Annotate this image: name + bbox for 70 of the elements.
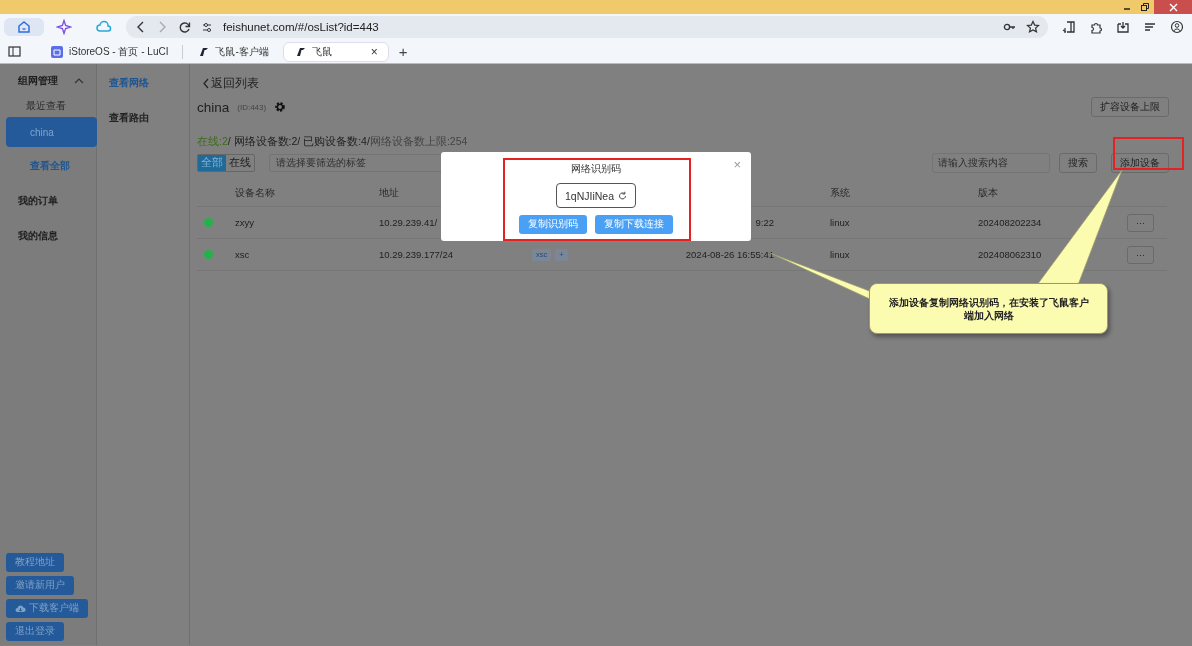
reload-icon[interactable] <box>178 20 192 34</box>
sidebar-item[interactable]: china <box>6 117 97 147</box>
sidebar-button[interactable]: 邀请新用户 <box>6 576 74 595</box>
sidebar-item[interactable]: 我的信息 <box>0 229 96 243</box>
browser-tab[interactable]: 飞鼠-客户端 <box>187 41 279 62</box>
star-icon[interactable] <box>1026 20 1040 34</box>
settings-icon[interactable] <box>274 101 287 113</box>
copy-button[interactable]: 复制识别码 <box>519 215 587 234</box>
menu-group-header[interactable]: 组网管理 <box>0 74 96 88</box>
sidebar-button[interactable]: 下载客户端 <box>6 599 88 618</box>
menu-group-label: 组网管理 <box>18 74 58 88</box>
version-number: 202408062310 <box>978 249 1042 260</box>
cloud-icon <box>96 19 112 35</box>
search-field[interactable]: 请输入搜索内容 <box>932 153 1050 173</box>
sparkle-icon <box>56 19 72 35</box>
network-name: china <box>197 99 230 115</box>
more-button[interactable]: ··· <box>1127 245 1154 264</box>
os-name: linux <box>830 249 850 260</box>
new-tab-button[interactable]: + <box>398 43 408 60</box>
version-number: 202408202234 <box>978 217 1042 228</box>
column-header: 地址 <box>379 187 399 200</box>
callout-note: 添加设备复制网络识别码，在安装了飞鼠客户端加入网络 <box>869 283 1108 334</box>
cloud-download-icon <box>15 604 26 613</box>
code-display: 1qNJIiNea <box>556 183 636 208</box>
toolbar-button[interactable] <box>4 18 44 36</box>
filter-tab[interactable]: 在线 <box>226 155 254 171</box>
caret-icon <box>74 77 84 85</box>
copy-button[interactable]: 复制下载连接 <box>595 215 673 234</box>
close-tab-button[interactable]: × <box>370 44 378 59</box>
column-header: 设备名称 <box>235 187 275 200</box>
sidebar-item[interactable]: 我的订单 <box>0 194 96 208</box>
column-header: 版本 <box>978 187 998 200</box>
refresh-icon[interactable] <box>618 191 627 200</box>
subnav-item[interactable]: 查看路由 <box>97 111 189 125</box>
address-bar[interactable]: feishunet.com/#/osList?id=443 <box>126 16 1048 38</box>
browser-tab[interactable]: iStoreOS - 首页 - LuCI <box>41 41 179 62</box>
dialog-title: 网络识别码 <box>571 162 621 176</box>
browser-tab[interactable]: 飞鼠 × <box>282 41 389 62</box>
menu-icon[interactable] <box>1143 20 1157 34</box>
reading-list-icon[interactable] <box>1062 20 1076 34</box>
sidebar-button[interactable]: 退出登录 <box>6 622 64 641</box>
close-icon[interactable] <box>1168 2 1178 12</box>
device-name: zxyy <box>235 217 254 228</box>
search-button[interactable]: 搜索 <box>1059 153 1097 173</box>
url-text[interactable]: feishunet.com/#/osList?id=443 <box>223 21 993 33</box>
back-link[interactable]: 返回列表 <box>203 76 259 91</box>
last-online-time: 2024-08-26 16:55:41 <box>684 249 774 260</box>
site-logo-icon <box>51 45 63 58</box>
site-settings-icon[interactable] <box>202 20 213 34</box>
chevron-left-icon <box>203 78 209 89</box>
last-online-time: 9:22 <box>754 217 774 228</box>
download-icon[interactable] <box>1116 20 1130 34</box>
expand-limit-button[interactable]: 扩容设备上限 <box>1091 97 1169 117</box>
home-icon <box>16 19 32 35</box>
highlight-frame <box>1113 137 1184 170</box>
puzzle-icon[interactable] <box>1089 20 1103 34</box>
filter-tab[interactable]: 全部 <box>198 155 226 171</box>
column-header: 系统 <box>830 187 850 200</box>
more-button[interactable]: ··· <box>1127 213 1154 232</box>
device-name: xsc <box>235 249 250 260</box>
site-logo-icon <box>197 45 210 58</box>
ip-address: 10.29.239.41/ <box>379 217 438 228</box>
close-button[interactable]: × <box>733 157 741 172</box>
restore-icon[interactable] <box>1140 2 1150 12</box>
profile-icon[interactable] <box>1170 20 1184 34</box>
sidebar-toggle-icon[interactable] <box>8 45 21 58</box>
os-name: linux <box>830 217 850 228</box>
ip-address: 10.29.239.177/24 <box>379 249 453 260</box>
sidebar-button[interactable]: 教程地址 <box>6 553 64 572</box>
section-label: 最近查看 <box>25 99 67 113</box>
